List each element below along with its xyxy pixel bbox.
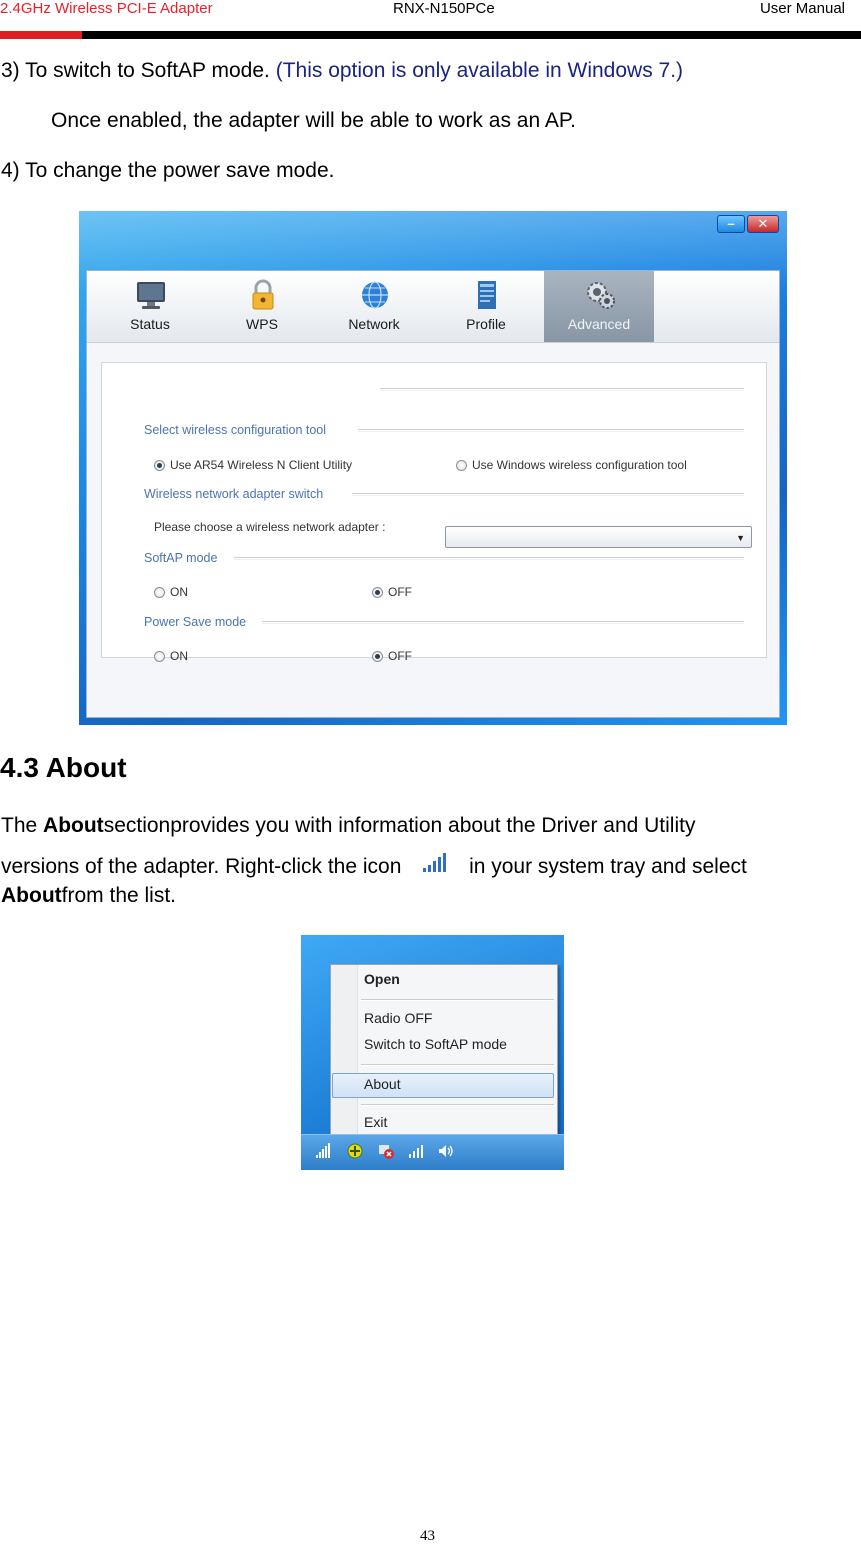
menu-item-about[interactable]: About xyxy=(364,1076,401,1092)
tab-wps[interactable]: WPS xyxy=(207,271,317,342)
radio-selected[interactable] xyxy=(372,586,383,598)
window-controls: – ✕ xyxy=(717,215,779,233)
item3-line: 3) To switch to SoftAP mode. (This optio… xyxy=(1,58,683,83)
menu-separator xyxy=(361,999,554,1001)
menu-separator xyxy=(361,1064,554,1066)
page-number: 43 xyxy=(420,1528,435,1544)
powersave-off-option[interactable]: OFF xyxy=(372,649,412,663)
signal-bars-icon[interactable] xyxy=(407,1143,425,1159)
tab-profile-label: Profile xyxy=(466,316,506,332)
item3-note: (This option is only available in Window… xyxy=(275,59,684,82)
profile-document-icon xyxy=(478,281,496,309)
item3-text: 3) To switch to SoftAP mode. xyxy=(1,59,270,82)
menu-item-exit[interactable]: Exit xyxy=(364,1114,387,1130)
divider xyxy=(358,429,744,432)
menu-item-radio-off[interactable]: Radio OFF xyxy=(364,1010,432,1026)
divider xyxy=(380,388,744,391)
adapter-select[interactable]: ▼ xyxy=(445,526,752,548)
lock-icon xyxy=(252,279,274,310)
tab-status-label: Status xyxy=(130,316,170,332)
monitor-icon xyxy=(137,282,165,309)
item3-detail: Once enabled, the adapter will be able t… xyxy=(51,109,576,132)
radio-selected[interactable] xyxy=(372,650,383,662)
header-rule-black xyxy=(82,31,861,39)
item4-text: 4) To change the power save mode. xyxy=(1,159,335,182)
tab-advanced[interactable]: Advanced xyxy=(544,271,654,342)
page-header: 2.4GHz Wireless PCI-E Adapter RNX-N150PC… xyxy=(0,0,861,30)
about-paragraph-line1: The Aboutsectionprovides you with inform… xyxy=(1,814,696,837)
softap-on-option[interactable]: ON xyxy=(154,585,188,599)
adapter-prompt: Please choose a wireless network adapter… xyxy=(154,520,386,534)
minimize-icon[interactable]: – xyxy=(717,215,745,233)
about-paragraph-line2: versions of the adapter. Right-click the… xyxy=(1,851,747,879)
add-icon[interactable] xyxy=(346,1143,364,1159)
divider xyxy=(352,493,744,496)
config-opt-utility[interactable]: Use AR54 Wireless N Client Utility xyxy=(154,458,352,472)
speaker-icon[interactable] xyxy=(437,1143,455,1159)
tab-advanced-label: Advanced xyxy=(567,316,631,332)
radio-unselected[interactable] xyxy=(456,459,467,471)
config-opt-windows[interactable]: Use Windows wireless configuration tool xyxy=(456,458,687,472)
header-doc-type: User Manual xyxy=(759,0,845,17)
utility-toolbar: Status WPS Network Profile Advanced xyxy=(87,271,779,343)
about-paragraph-line3: Aboutfrom the list. xyxy=(1,884,177,907)
tray-menu-screenshot: Open Radio OFF Switch to SoftAP mode Abo… xyxy=(301,935,564,1170)
tab-wps-label: WPS xyxy=(246,316,278,332)
menu-item-softap[interactable]: Switch to SoftAP mode xyxy=(364,1036,507,1052)
advanced-settings-panel: Select wireless configuration tool Use A… xyxy=(101,362,767,663)
divider xyxy=(262,621,744,624)
signal-strength-icon xyxy=(423,853,447,872)
chevron-down-icon: ▼ xyxy=(736,533,745,543)
tab-status[interactable]: Status xyxy=(95,271,205,342)
signal-strength-icon[interactable] xyxy=(315,1143,333,1159)
powersave-heading: Power Save mode xyxy=(144,615,247,629)
softap-heading: SoftAP mode xyxy=(144,551,218,565)
header-product: 2.4GHz Wireless PCI-E Adapter xyxy=(0,0,213,17)
tab-profile[interactable]: Profile xyxy=(431,271,541,342)
radio-unselected[interactable] xyxy=(154,650,165,662)
header-rule-red xyxy=(0,31,82,39)
adapter-switch-heading: Wireless network adapter switch xyxy=(144,487,324,501)
utility-window-screenshot: – ✕ Status WPS Network Profile Advanced … xyxy=(79,211,787,725)
radio-unselected[interactable] xyxy=(154,586,165,598)
globe-icon xyxy=(362,281,388,309)
window-client-area: Status WPS Network Profile Advanced Sele… xyxy=(86,270,780,718)
config-tool-heading: Select wireless configuration tool xyxy=(144,423,327,437)
radio-selected[interactable] xyxy=(154,459,165,471)
context-menu: Open Radio OFF Switch to SoftAP mode Abo… xyxy=(330,964,558,1141)
close-icon[interactable]: ✕ xyxy=(747,215,779,233)
menu-item-open[interactable]: Open xyxy=(364,971,400,987)
powersave-on-option[interactable]: ON xyxy=(154,649,188,663)
gear-icon xyxy=(587,282,615,309)
section-heading: 4.3 About xyxy=(0,752,127,783)
softap-off-option[interactable]: OFF xyxy=(372,585,412,599)
tab-network-label: Network xyxy=(348,316,400,332)
tab-network[interactable]: Network xyxy=(319,271,429,342)
network-error-icon[interactable] xyxy=(377,1143,395,1159)
system-tray xyxy=(301,1134,564,1170)
divider xyxy=(234,557,744,560)
header-model: RNX-N150PCe xyxy=(393,0,495,17)
menu-separator xyxy=(361,1104,554,1106)
